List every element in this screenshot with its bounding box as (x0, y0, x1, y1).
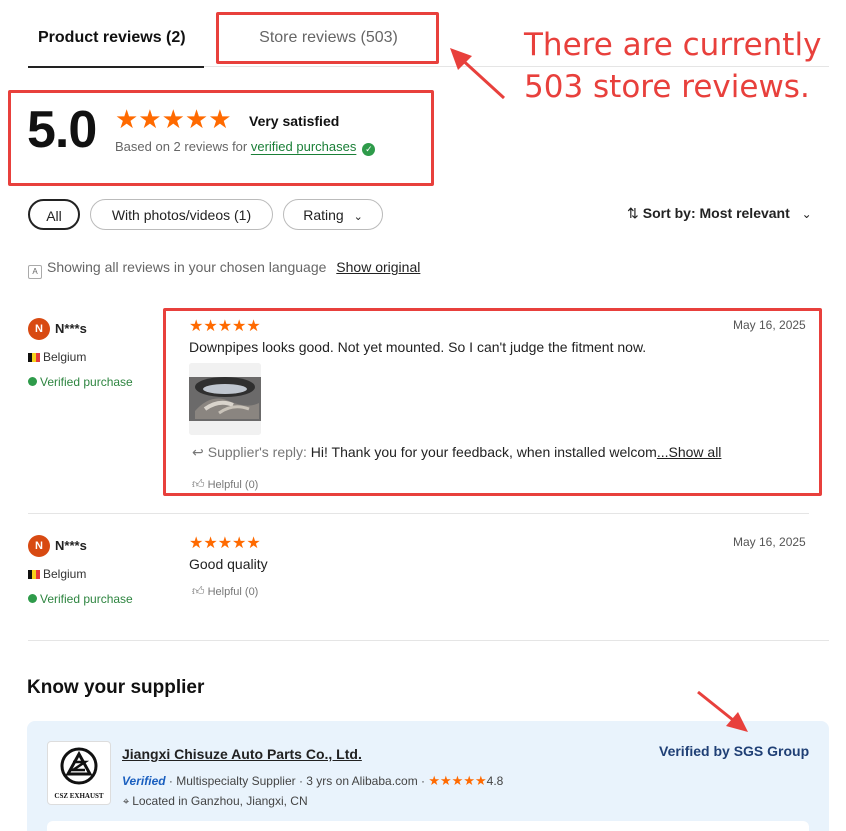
filter-photos-button[interactable]: With photos/videos (1) (90, 199, 273, 230)
review-text: Downpipes looks good. Not yet mounted. S… (189, 339, 647, 355)
review-stars: ★★★★★ (189, 535, 261, 552)
sort-prefix: Sort by: (642, 205, 696, 221)
verified-purchase-badge: Verified purchase (28, 592, 133, 606)
review-text: Good quality (189, 556, 268, 572)
tab-product-reviews[interactable]: Product reviews (2) (28, 22, 204, 68)
verified-check-icon (28, 594, 37, 603)
helpful-label: Helpful (0) (207, 479, 259, 491)
annotation-arrow-icon (450, 48, 506, 100)
summary-stars: ★★★★★ (115, 104, 232, 134)
sort-by-dropdown[interactable]: ⇅ Sort by: Most relevant ⌄ (627, 205, 812, 222)
supplier-logo: CSZ EXHAUST (47, 741, 111, 805)
annotation-line-2: 503 store reviews. (524, 69, 810, 105)
thumbs-up-icon: 👍︎ (192, 477, 205, 491)
reviewer-country: Belgium (28, 567, 86, 581)
avatar: N (28, 535, 50, 557)
reply-label: Supplier's reply: (207, 444, 307, 460)
supplier-meta: Verified · Multispecialty Supplier · 3 y… (122, 773, 503, 789)
review-photo[interactable] (189, 363, 261, 435)
supplier-meta-text: · Multispecialty Supplier · 3 yrs on Ali… (168, 774, 426, 788)
review-date: May 16, 2025 (733, 318, 806, 332)
based-on-label: Based on 2 reviews for (115, 139, 248, 154)
language-notice: A Showing all reviews in your chosen lang… (28, 259, 420, 279)
average-score: 5.0 (27, 101, 97, 159)
sgs-verified-label: Verified by SGS Group (659, 743, 810, 759)
annotation-arrow-icon (697, 690, 748, 732)
annotation-callout: There are currently 503 store reviews. (524, 24, 844, 108)
annotation-box-review (163, 308, 822, 496)
chevron-down-icon: ⌄ (801, 207, 812, 221)
belgium-flag-icon (28, 570, 40, 579)
reviewer-name: N***s (55, 538, 87, 553)
verified-shield-icon: ✓ (362, 143, 376, 156)
verified-purchase-label: Verified purchase (40, 592, 133, 606)
show-original-link[interactable]: Show original (336, 259, 420, 275)
country-label: Belgium (43, 567, 87, 581)
verified-badge: Verified (122, 774, 166, 788)
reviewer-country: Belgium (28, 350, 86, 364)
verified-purchase-badge: Verified purchase (28, 375, 133, 389)
helpful-button[interactable]: 👍︎ Helpful (0) (192, 477, 258, 492)
verified-check-icon (28, 377, 37, 386)
supplier-details-panel (47, 821, 809, 831)
know-supplier-heading: Know your supplier (27, 677, 205, 698)
based-on-text: Based on 2 reviews for verified purchase… (115, 139, 376, 156)
satisfaction-label: Very satisfied (249, 113, 340, 129)
verified-purchases-link[interactable]: verified purchases (251, 139, 357, 154)
reply-text: Hi! Thank you for your feedback, when in… (310, 444, 657, 460)
review-photo-image (189, 363, 261, 435)
review-date: May 16, 2025 (733, 535, 806, 549)
supplier-location-text: Located in Ganzhou, Jiangxi, CN (132, 794, 308, 808)
avatar: N (28, 318, 50, 340)
country-label: Belgium (43, 350, 87, 364)
review-divider (28, 513, 809, 514)
supplier-rating: 4.8 (486, 774, 504, 788)
location-pin-icon: ⌖ (123, 796, 130, 808)
filter-all-button[interactable]: All (28, 199, 80, 230)
reply-icon: ↩ (192, 444, 204, 460)
supplier-stars: ★★★★★ (428, 773, 487, 788)
reviewer-name: N***s (55, 321, 87, 336)
language-notice-text: Showing all reviews in your chosen langu… (47, 259, 327, 275)
chevron-down-icon: ⌄ (353, 211, 363, 223)
filter-rating-dropdown[interactable]: Rating ⌄ (283, 199, 383, 230)
thumbs-up-icon: 👍︎ (192, 584, 205, 598)
review-stars: ★★★★★ (189, 318, 261, 335)
supplier-logo-text: CSZ EXHAUST (54, 792, 104, 800)
annotation-box-store-tab (216, 12, 439, 64)
belgium-flag-icon (28, 353, 40, 362)
helpful-button[interactable]: 👍︎ Helpful (0) (192, 584, 258, 599)
rating-label: Rating (303, 207, 344, 223)
translate-icon: A (28, 265, 42, 279)
supplier-location: ⌖ Located in Ganzhou, Jiangxi, CN (123, 794, 308, 809)
verified-purchase-label: Verified purchase (40, 375, 133, 389)
supplier-name-link[interactable]: Jiangxi Chisuze Auto Parts Co., Ltd. (122, 746, 362, 762)
sort-value: Most relevant (699, 205, 790, 221)
show-all-link[interactable]: ...Show all (657, 444, 722, 460)
helpful-label: Helpful (0) (207, 586, 259, 598)
sort-icon: ⇅ (627, 205, 639, 221)
supplier-reply: ↩ Supplier's reply: Hi! Thank you for you… (192, 444, 721, 461)
section-divider (28, 640, 829, 641)
annotation-line-1: There are currently (524, 27, 822, 63)
